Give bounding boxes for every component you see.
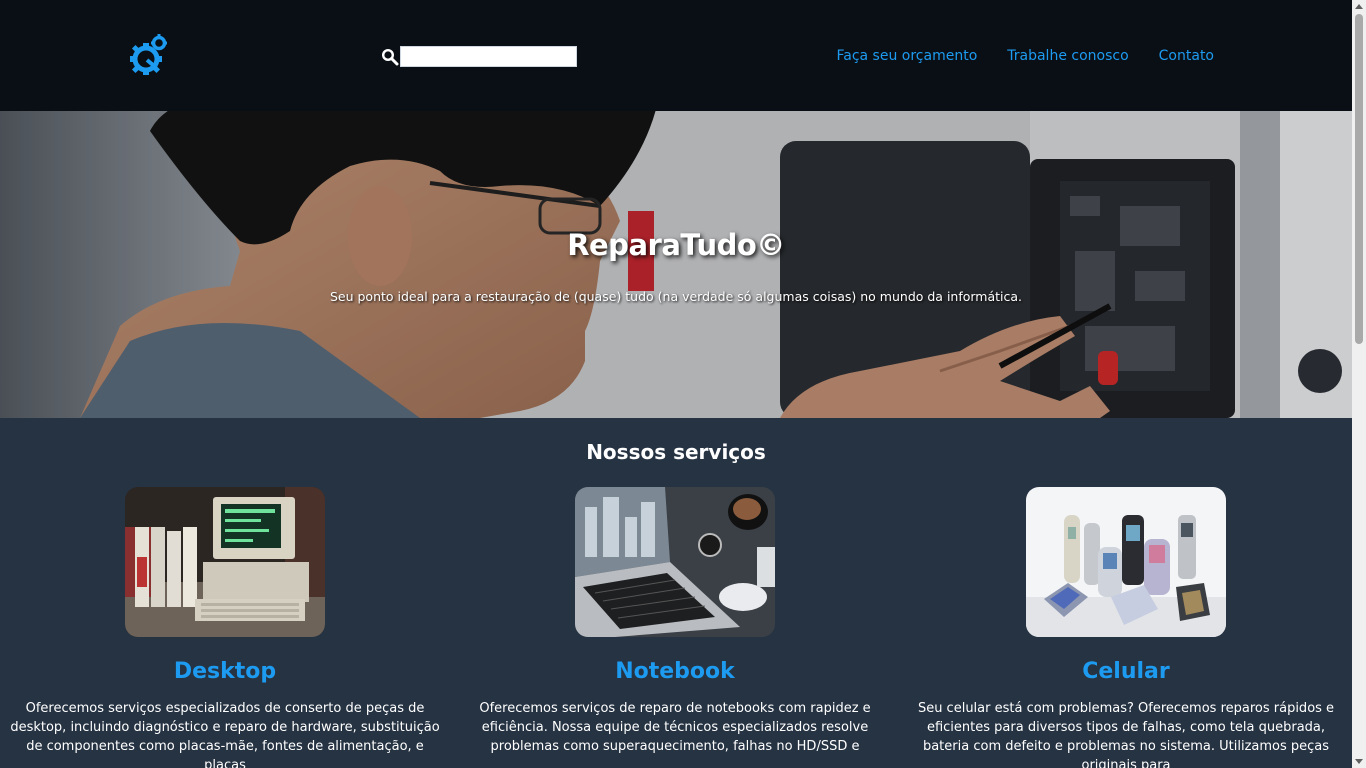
- nav-link-orcamento[interactable]: Faça seu orçamento: [836, 46, 977, 66]
- service-card-desktop: Desktop Oferecemos serviços especializad…: [0, 487, 450, 768]
- gear-q-logo-icon[interactable]: [126, 34, 168, 76]
- service-card-notebook: Notebook Oferecemos serviços de reparo d…: [450, 487, 900, 756]
- main-nav: Faça seu orçamento Trabalhe conosco Cont…: [836, 46, 1214, 66]
- page-scrollbar[interactable]: [1352, 0, 1366, 768]
- notebook-image: [575, 487, 775, 637]
- service-text-celular: Seu celular está com problemas? Oferecem…: [917, 701, 1335, 768]
- scrollbar-thumb[interactable]: [1355, 14, 1363, 344]
- nav-link-trabalhe-conosco[interactable]: Trabalhe conosco: [1007, 46, 1128, 66]
- service-title-celular: Celular: [1082, 659, 1170, 684]
- service-card-celular: Celular Seu celular está com problemas? …: [901, 487, 1351, 768]
- search-icon[interactable]: [381, 48, 399, 66]
- service-title-notebook: Notebook: [615, 659, 735, 684]
- search-input[interactable]: [400, 46, 577, 67]
- hero-title: ReparaTudo©: [567, 228, 785, 262]
- scroll-down-arrow-icon[interactable]: [1355, 759, 1363, 764]
- hero-subtitle: Seu ponto ideal para a restauração de (q…: [329, 289, 1023, 304]
- hero-banner: ReparaTudo© Seu ponto ideal para a resta…: [0, 111, 1352, 418]
- hero-background-image: [0, 111, 1352, 418]
- service-text-desktop: Oferecemos serviços especializados de co…: [10, 701, 440, 768]
- scroll-up-arrow-icon[interactable]: [1355, 4, 1363, 9]
- service-text-notebook: Oferecemos serviços de reparo de noteboo…: [479, 701, 871, 754]
- site-header: Faça seu orçamento Trabalhe conosco Cont…: [0, 0, 1352, 111]
- desktop-computer-image: [125, 487, 325, 637]
- services-heading: Nossos serviços: [586, 440, 766, 464]
- search-bar: [381, 46, 577, 67]
- service-title-desktop: Desktop: [173, 659, 277, 684]
- cellphones-image: [1026, 487, 1226, 637]
- nav-link-contato[interactable]: Contato: [1159, 46, 1214, 66]
